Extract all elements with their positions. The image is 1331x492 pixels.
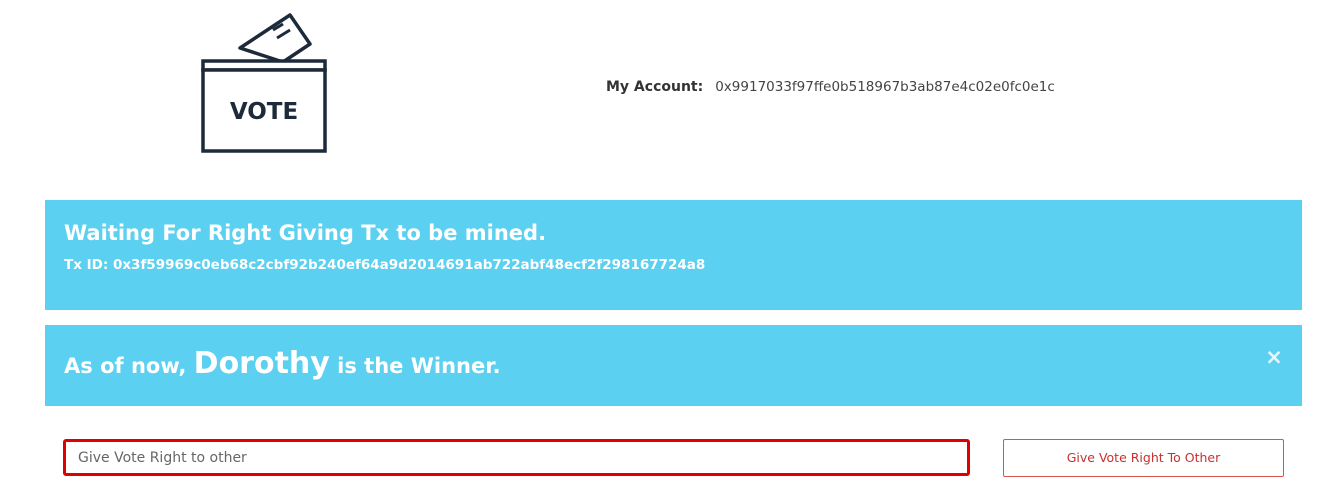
close-icon[interactable]: ×	[1265, 347, 1283, 368]
ballot-paper	[238, 13, 312, 64]
account-label: My Account:	[606, 79, 704, 95]
winner-banner: As of now, Dorothy is the Winner. ×	[45, 325, 1302, 406]
tx-status-banner: Waiting For Right Giving Tx to be mined.…	[45, 200, 1302, 310]
winner-prefix: As of now,	[64, 354, 187, 378]
logo-text: VOTE	[230, 99, 298, 125]
tx-status-title: Waiting For Right Giving Tx to be mined.	[64, 221, 547, 245]
winner-name: Dorothy	[193, 346, 330, 381]
give-vote-right-button[interactable]: Give Vote Right To Other	[1003, 439, 1284, 477]
winner-message: As of now, Dorothy is the Winner.	[64, 344, 501, 386]
vote-logo: VOTE	[195, 10, 335, 160]
tx-id: Tx ID: 0x3f59969c0eb68c2cbf92b240ef64a9d…	[64, 257, 706, 273]
give-right-address-input[interactable]	[63, 439, 970, 476]
winner-suffix: is the Winner.	[337, 354, 501, 378]
account-address: 0x9917033f97ffe0b518967b3ab87e4c02e0fc0e…	[715, 79, 1055, 95]
account-info: My Account: 0x9917033f97ffe0b518967b3ab8…	[606, 79, 1055, 99]
page: VOTE My Account: 0x9917033f97ffe0b518967…	[0, 0, 1331, 492]
ballot-box-icon: VOTE	[201, 13, 327, 153]
